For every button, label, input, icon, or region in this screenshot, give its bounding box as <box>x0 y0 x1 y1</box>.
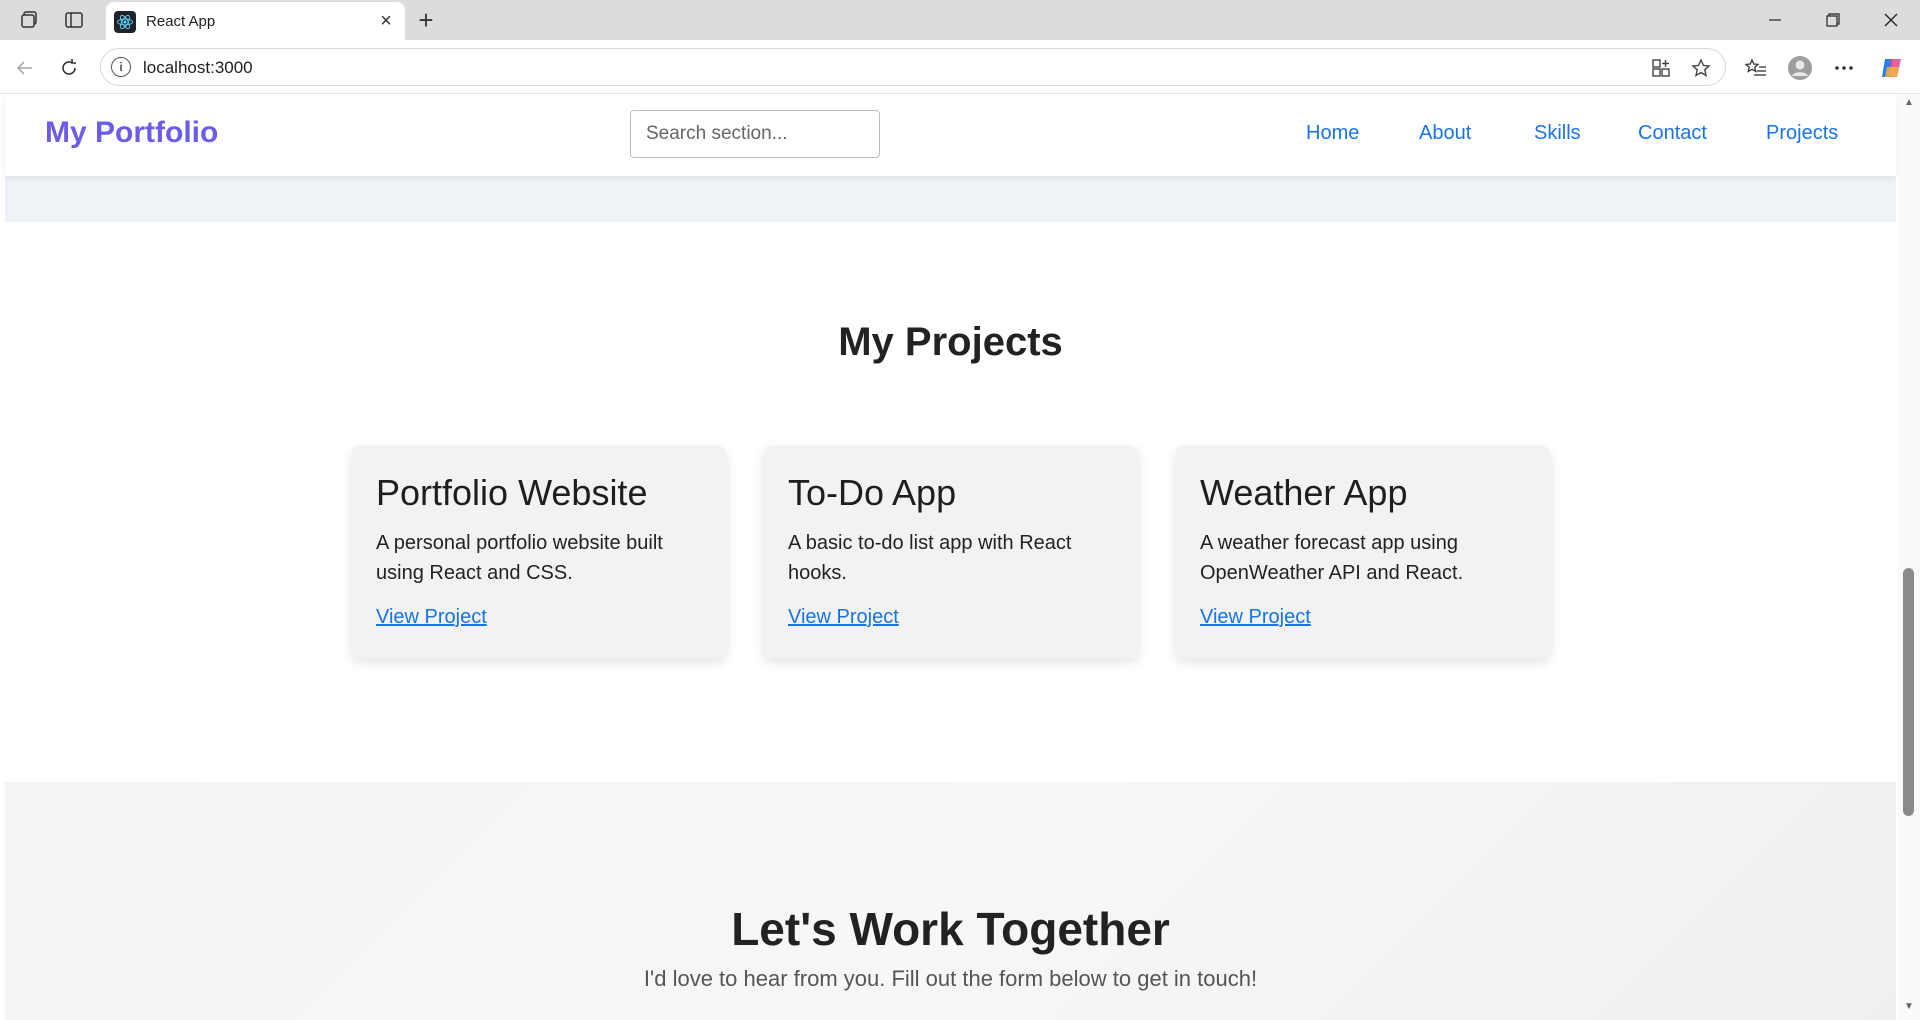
close-tab-icon[interactable]: × <box>373 8 399 34</box>
page-scrollbar[interactable]: ▲ ▼ <box>1898 94 1920 1020</box>
nav-link-about[interactable]: About <box>1419 122 1471 145</box>
project-card-description: A personal portfolio website built using… <box>376 532 663 584</box>
previous-section-bottom <box>5 176 1896 222</box>
nav-link-home[interactable]: Home <box>1306 122 1359 145</box>
favorite-star-icon[interactable] <box>1689 56 1713 80</box>
project-card-description: A weather forecast app using OpenWeather… <box>1200 532 1464 584</box>
react-favicon-icon <box>114 11 136 33</box>
project-card-title: Weather App <box>1200 472 1408 513</box>
restore-icon[interactable] <box>1804 0 1862 40</box>
project-card: To-Do App A basic to-do list app with Re… <box>764 446 1138 658</box>
close-window-icon[interactable] <box>1862 0 1920 40</box>
search-input[interactable] <box>630 110 880 158</box>
address-bar[interactable]: i localhost:3000 <box>100 48 1726 86</box>
projects-heading: My Projects <box>838 320 1063 364</box>
more-options-icon[interactable] <box>1828 52 1860 84</box>
browser-tab-bar: React App × + <box>0 0 1920 40</box>
browser-toolbar: i localhost:3000 <box>0 40 1920 94</box>
scroll-up-arrow-icon[interactable]: ▲ <box>1904 98 1914 108</box>
address-text: localhost:3000 <box>143 58 253 77</box>
minimize-icon[interactable] <box>1746 0 1804 40</box>
project-card-description: A basic to-do list app with React hooks. <box>788 532 1072 584</box>
workspaces-icon[interactable] <box>14 6 46 34</box>
view-project-link[interactable]: View Project <box>1200 606 1311 629</box>
reload-icon[interactable] <box>52 51 86 85</box>
site-logo[interactable]: My Portfolio <box>45 116 218 150</box>
app-available-icon[interactable] <box>1649 56 1673 80</box>
contact-section: Let's Work Together I'd love to hear fro… <box>5 782 1896 1020</box>
project-card: Portfolio Website A personal portfolio w… <box>352 446 726 658</box>
browser-tab-active[interactable]: React App × <box>106 2 405 40</box>
nav-link-contact[interactable]: Contact <box>1638 122 1707 145</box>
projects-section: My Projects Portfolio Website A personal… <box>5 222 1896 782</box>
site-info-icon[interactable]: i <box>111 57 131 77</box>
scrollbar-thumb[interactable] <box>1903 568 1914 816</box>
back-arrow-icon[interactable] <box>8 51 42 85</box>
page-viewport: My Portfolio Home About Skills Contact P… <box>0 94 1920 1020</box>
scroll-down-arrow-icon[interactable]: ▼ <box>1904 1002 1914 1012</box>
project-card-title: Portfolio Website <box>376 472 648 513</box>
view-project-link[interactable]: View Project <box>376 606 487 629</box>
project-card-title: To-Do App <box>788 472 957 513</box>
project-card: Weather App A weather forecast app using… <box>1176 446 1550 658</box>
contact-subtitle: I'd love to hear from you. Fill out the … <box>643 966 1258 991</box>
profile-avatar-icon[interactable] <box>1784 52 1816 84</box>
site-header: My Portfolio Home About Skills Contact P… <box>5 94 1896 176</box>
vertical-tabs-icon[interactable] <box>58 6 90 34</box>
new-tab-icon[interactable]: + <box>410 5 442 35</box>
favorites-list-icon[interactable] <box>1740 52 1772 84</box>
view-project-link[interactable]: View Project <box>788 606 899 629</box>
nav-link-projects[interactable]: Projects <box>1766 122 1838 145</box>
contact-heading: Let's Work Together <box>731 903 1170 955</box>
nav-link-skills[interactable]: Skills <box>1534 122 1581 145</box>
copilot-icon[interactable] <box>1876 52 1908 84</box>
tab-title: React App <box>146 13 216 30</box>
